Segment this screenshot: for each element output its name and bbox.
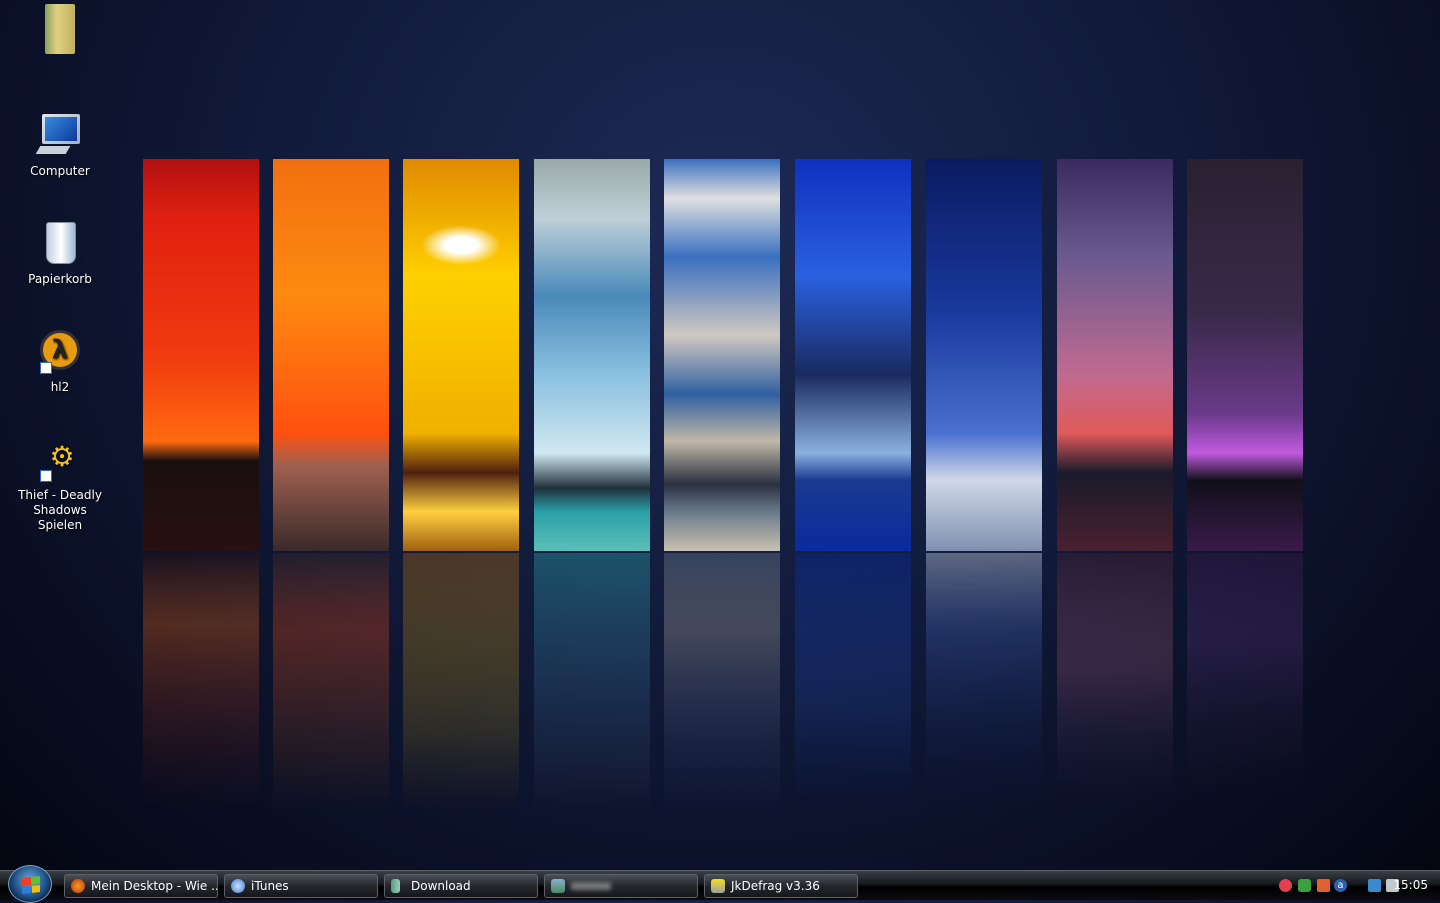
blurred-label	[571, 882, 611, 890]
reflection	[143, 553, 259, 813]
window-icon	[551, 879, 565, 893]
wallpaper-panel-purple	[1057, 159, 1173, 551]
reflection	[403, 553, 519, 813]
shortcut-arrow-icon	[40, 470, 52, 482]
taskbar-button-label: JkDefrag v3.36	[731, 879, 820, 893]
start-button[interactable]	[8, 865, 52, 903]
wallpaper-panel-violet	[1187, 159, 1303, 551]
reflection	[273, 553, 389, 813]
taskbar-button-download[interactable]: Download	[384, 874, 538, 898]
desktop-icon-thief[interactable]: ⚙ Thief - Deadly Shadows Spielen	[10, 436, 110, 533]
wallpaper-panel-yellow	[403, 159, 519, 551]
taskbar-button-itunes[interactable]: iTunes	[224, 874, 378, 898]
antivirus-icon[interactable]: a	[1334, 879, 1347, 892]
desktop-icon-hl2[interactable]: λ hl2	[10, 328, 110, 395]
folder-icon	[45, 4, 75, 54]
system-tray: a 15:05	[1270, 871, 1440, 901]
taskbar: Mein Desktop - Wie ... iTunes Download J…	[0, 865, 1440, 903]
folder-icon	[391, 879, 400, 893]
recycle-bin-icon	[36, 220, 84, 268]
icon-label: hl2	[50, 380, 70, 394]
itunes-icon	[231, 879, 245, 893]
thief-icon: ⚙	[36, 436, 84, 484]
wallpaper-panel-teal	[534, 159, 650, 551]
shortcut-arrow-icon	[40, 362, 52, 374]
reflection	[926, 553, 1042, 813]
taskbar-button-firefox[interactable]: Mein Desktop - Wie ...	[64, 874, 218, 898]
reflection	[664, 553, 780, 813]
desktop-icon-computer[interactable]: Computer	[10, 112, 110, 179]
stop-icon[interactable]	[1279, 879, 1292, 892]
wallpaper-panel-navy	[926, 159, 1042, 551]
windows-logo-icon	[22, 876, 40, 894]
firefox-icon	[71, 879, 85, 893]
taskbar-button-jkdefrag[interactable]: JkDefrag v3.36	[704, 874, 858, 898]
reflection	[534, 553, 650, 813]
wallpaper-panel-blue	[795, 159, 911, 551]
taskbar-button-label: Mein Desktop - Wie ...	[91, 879, 218, 893]
defrag-icon	[711, 879, 725, 893]
reflection	[1187, 553, 1303, 813]
clock[interactable]: 15:05	[1393, 878, 1428, 892]
audio-manager-icon[interactable]	[1317, 879, 1330, 892]
network-icon[interactable]	[1368, 879, 1381, 892]
taskbar-button-window[interactable]	[544, 874, 698, 898]
icon-label: Papierkorb	[28, 272, 92, 286]
desktop-icon-folder[interactable]	[10, 4, 110, 58]
icon-label: Thief - Deadly Shadows Spielen	[18, 488, 102, 532]
desktop-icon-recycle-bin[interactable]: Papierkorb	[10, 220, 110, 287]
wallpaper-panel-red	[143, 159, 259, 551]
icon-label: Computer	[30, 164, 90, 178]
wallpaper-panel-orange	[273, 159, 389, 551]
usb-safe-remove-icon[interactable]	[1298, 879, 1311, 892]
half-life-icon: λ	[36, 328, 84, 376]
reflection	[795, 553, 911, 813]
wallpaper-panel-clouds	[664, 159, 780, 551]
computer-icon	[35, 112, 84, 160]
taskbar-button-label: iTunes	[251, 879, 289, 893]
reflection	[1057, 553, 1173, 813]
taskbar-button-label: Download	[411, 879, 471, 893]
